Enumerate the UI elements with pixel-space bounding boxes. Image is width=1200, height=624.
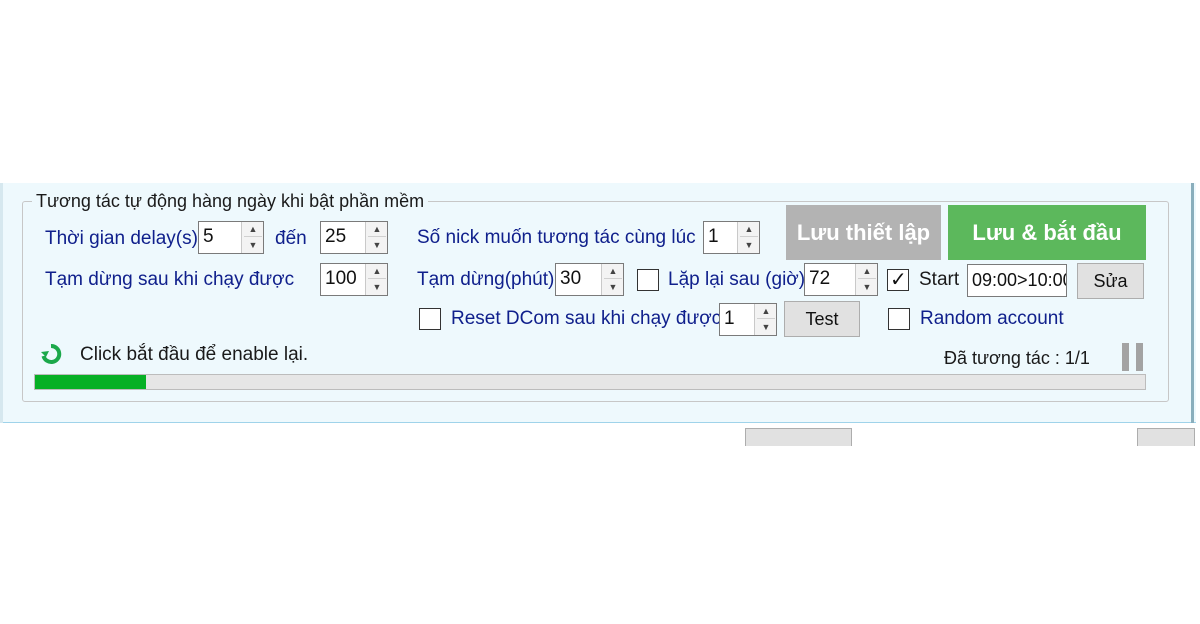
progress-bar (34, 374, 1146, 390)
window-left-edge (0, 183, 3, 423)
background-button-right[interactable] (1137, 428, 1195, 446)
start-time-value: 09:00>10:00 (972, 270, 1067, 290)
arrow-down-icon[interactable]: ▼ (858, 279, 876, 294)
arrow-down-icon[interactable]: ▼ (757, 319, 775, 334)
save-and-start-button[interactable]: Lưu & bắt đầu (948, 205, 1146, 260)
refresh-icon (41, 343, 62, 364)
background-button[interactable] (745, 428, 852, 446)
arrow-down-icon[interactable]: ▼ (244, 237, 262, 252)
checkmark-icon: ✓ (890, 269, 907, 291)
repeat-hours-stepper[interactable]: 72 ▲ ▼ (804, 263, 878, 296)
pause-minutes-stepper[interactable]: 30 ▲ ▼ (555, 263, 624, 296)
arrow-up-icon[interactable]: ▲ (858, 264, 876, 279)
test-button[interactable]: Test (784, 301, 860, 337)
random-account-label: Random account (920, 308, 1064, 329)
arrow-down-icon[interactable]: ▼ (740, 237, 758, 252)
groupbox-title: Tương tác tự động hàng ngày khi bật phần… (32, 191, 429, 212)
repeat-checkbox[interactable] (637, 269, 659, 291)
repeat-hours-value: 72 (809, 268, 831, 289)
reset-dcom-stepper[interactable]: 1 ▲ ▼ (719, 303, 777, 336)
start-time-field[interactable]: 09:00>10:00 (967, 264, 1067, 297)
concurrent-label: Số nick muốn tương tác cùng lúc (417, 227, 696, 248)
delay-to-value: 25 (325, 226, 347, 247)
arrow-up-icon[interactable]: ▲ (604, 264, 622, 279)
pause-minutes-value: 30 (560, 268, 582, 289)
concurrent-value: 1 (708, 226, 719, 247)
reset-dcom-checkbox[interactable] (419, 308, 441, 330)
arrow-up-icon[interactable]: ▲ (757, 304, 775, 319)
pause-after-stepper[interactable]: 100 ▲ ▼ (320, 263, 388, 296)
arrow-up-icon[interactable]: ▲ (368, 222, 386, 237)
delay-to-stepper[interactable]: 25 ▲ ▼ (320, 221, 388, 254)
save-settings-button[interactable]: Lưu thiết lập (786, 205, 941, 260)
arrow-up-icon[interactable]: ▲ (244, 222, 262, 237)
arrow-down-icon[interactable]: ▼ (368, 237, 386, 252)
random-account-checkbox[interactable] (888, 308, 910, 330)
pause-minutes-label: Tạm dừng(phút) (417, 269, 555, 290)
arrow-up-icon[interactable]: ▲ (740, 222, 758, 237)
arrow-down-icon[interactable]: ▼ (368, 279, 386, 294)
pause-icon[interactable] (1122, 343, 1144, 371)
background-content-row (0, 424, 1200, 446)
delay-to-label: đến (275, 228, 307, 249)
pause-after-value: 100 (325, 268, 357, 289)
reset-dcom-label: Reset DCom sau khi chạy được (451, 308, 722, 329)
interaction-count: Đã tương tác : 1/1 (944, 348, 1090, 368)
reset-dcom-value: 1 (724, 308, 735, 329)
arrow-up-icon[interactable]: ▲ (368, 264, 386, 279)
start-checkbox[interactable]: ✓ (887, 269, 909, 291)
concurrent-stepper[interactable]: 1 ▲ ▼ (703, 221, 760, 254)
delay-from-value: 5 (203, 226, 214, 247)
pause-after-label: Tạm dừng sau khi chạy được (45, 269, 295, 290)
start-label: Start (919, 269, 960, 290)
window-scroll-edge (1191, 183, 1194, 423)
repeat-label: Lặp lại sau (giờ) (668, 269, 806, 290)
delay-from-stepper[interactable]: 5 ▲ ▼ (198, 221, 264, 254)
arrow-down-icon[interactable]: ▼ (604, 279, 622, 294)
progress-fill (35, 375, 146, 389)
edit-time-button[interactable]: Sửa (1077, 263, 1144, 299)
delay-label: Thời gian delay(s) (45, 228, 198, 249)
status-message: Click bắt đầu để enable lại. (80, 344, 309, 365)
